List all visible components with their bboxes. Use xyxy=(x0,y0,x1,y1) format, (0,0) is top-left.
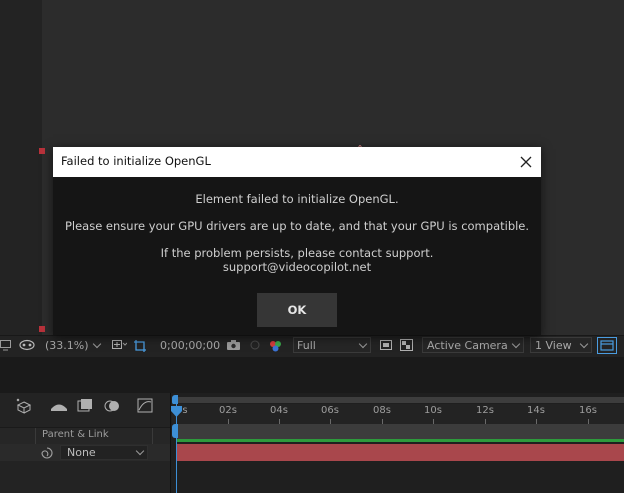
ruler-label: 16s xyxy=(579,405,597,416)
show-snapshot-icon[interactable] xyxy=(248,339,262,351)
column-divider xyxy=(152,428,153,444)
monitor-icon[interactable] xyxy=(0,339,12,351)
time-ruler[interactable] xyxy=(172,404,624,424)
ruler-label: 02s xyxy=(219,405,237,416)
camera-dropdown[interactable]: Active Camera xyxy=(422,337,524,353)
resolution-value: Full xyxy=(297,339,316,352)
color-channels-icon[interactable] xyxy=(268,339,284,352)
camera-snapshot-icon[interactable] xyxy=(226,339,242,351)
layer-handle[interactable] xyxy=(39,148,45,154)
parent-link-header[interactable]: Parent & Link xyxy=(42,429,109,440)
ruler-label: 12s xyxy=(476,405,494,416)
dialog-message-line: Element failed to initialize OpenGL. xyxy=(195,192,399,206)
dialog-message-line: If the problem persists, please contact … xyxy=(160,246,434,260)
ruler-label: 04s xyxy=(270,405,288,416)
render-cache-indicator xyxy=(176,439,624,442)
column-header-row: Parent & Link xyxy=(0,427,170,445)
target-region-icon[interactable] xyxy=(380,339,392,351)
close-icon[interactable] xyxy=(515,151,537,173)
ruler-label: 10s xyxy=(424,405,442,416)
view-layout-dropdown[interactable]: 1 View xyxy=(530,337,592,353)
graph-editor-icon[interactable] xyxy=(136,397,154,415)
grid-guides-icon[interactable] xyxy=(111,339,128,351)
current-time[interactable]: 0;00;00;00 xyxy=(160,339,220,352)
time-navigator-bar[interactable] xyxy=(172,397,624,403)
pick-whip-icon[interactable] xyxy=(40,446,54,460)
support-email[interactable]: support@videocopilot.net xyxy=(53,260,541,274)
mask-visibility-icon[interactable] xyxy=(18,339,36,351)
chevron-down-icon xyxy=(358,339,368,349)
chevron-down-icon xyxy=(135,446,145,456)
ruler-label: 08s xyxy=(373,405,391,416)
dialog-message-line: Please ensure your GPU drivers are up to… xyxy=(64,219,530,233)
dialog-title: Failed to initialize OpenGL xyxy=(61,154,211,168)
camera-value: Active Camera xyxy=(427,339,508,352)
chevron-down-icon xyxy=(511,339,521,349)
ok-button[interactable]: OK xyxy=(257,293,337,327)
parent-dropdown[interactable]: None xyxy=(60,445,148,460)
view-layout-value: 1 View xyxy=(535,339,572,352)
motion-blur-icon[interactable] xyxy=(102,397,122,415)
layer-duration-bar[interactable] xyxy=(176,444,624,461)
toggle-view-options-button[interactable] xyxy=(597,337,617,354)
draft-3d-icon[interactable] xyxy=(14,397,34,415)
region-of-interest-icon[interactable] xyxy=(133,339,149,352)
chevron-down-icon xyxy=(579,339,589,349)
parent-value: None xyxy=(67,446,96,459)
layer-row[interactable]: None xyxy=(0,444,170,461)
work-area-start-handle[interactable] xyxy=(172,424,178,438)
zoom-value[interactable]: (33.1%) xyxy=(45,339,89,352)
shy-layers-icon[interactable] xyxy=(48,397,70,415)
dialog-titlebar: Failed to initialize OpenGL xyxy=(53,147,541,177)
error-dialog: Failed to initialize OpenGL Element fail… xyxy=(53,147,541,335)
ruler-label: 06s xyxy=(321,405,339,416)
layer-handle[interactable] xyxy=(39,326,45,332)
resolution-dropdown[interactable]: Full xyxy=(293,337,371,353)
panel-divider xyxy=(0,357,624,393)
frame-blending-icon[interactable] xyxy=(76,397,94,415)
ruler-label: 14s xyxy=(527,405,545,416)
transparency-grid-icon[interactable] xyxy=(400,339,414,351)
playhead-icon[interactable] xyxy=(171,406,183,418)
column-divider xyxy=(35,428,36,444)
